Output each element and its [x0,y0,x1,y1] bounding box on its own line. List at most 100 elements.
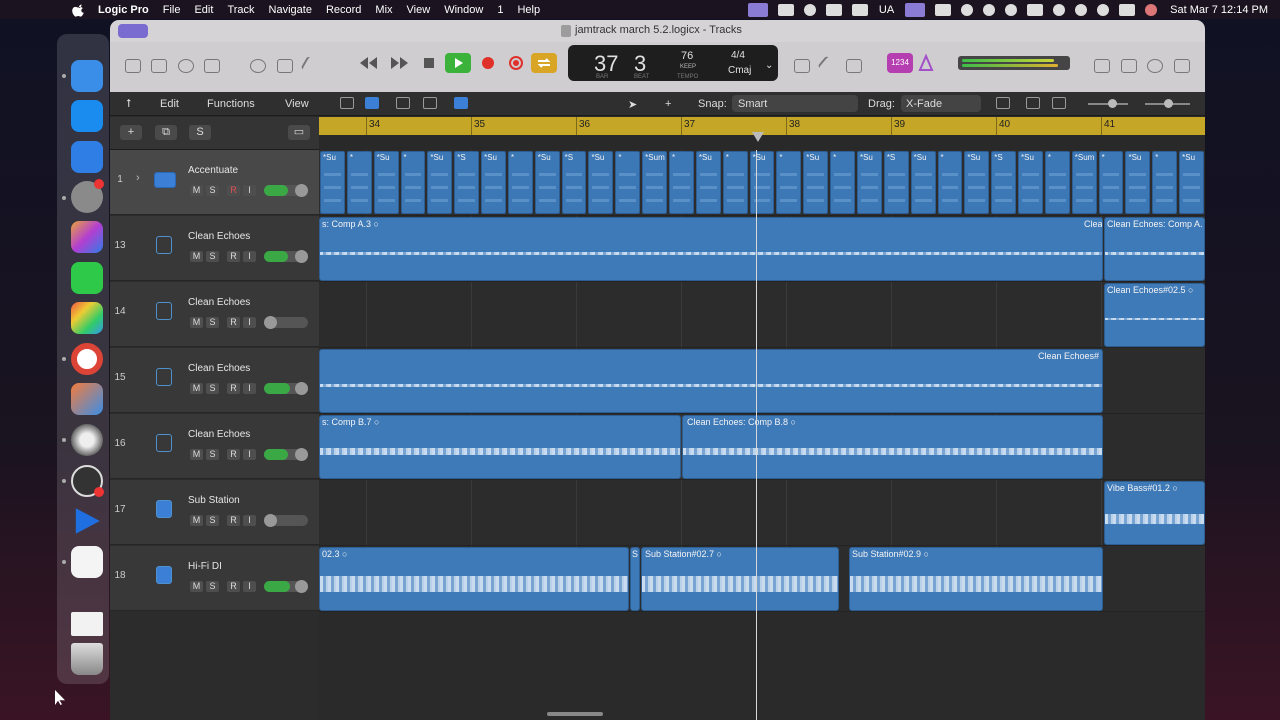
midi-region[interactable]: *Su [1018,151,1043,214]
record-enable-button[interactable]: R [227,383,240,394]
volume-fader[interactable] [264,580,308,593]
midi-region[interactable]: * [1044,151,1070,214]
midi-region[interactable]: *S [991,151,1017,214]
view-menu[interactable]: View [285,98,309,110]
fader-knob[interactable] [264,316,277,329]
solo-button[interactable]: S [206,515,219,526]
document-thumbnail-icon[interactable] [71,612,103,636]
midi-region[interactable]: *S [454,151,480,214]
final-cut-icon[interactable] [71,221,103,253]
audio-region[interactable]: S [630,547,640,611]
logic-pro-icon[interactable] [71,424,103,456]
input-monitor-button[interactable]: I [243,185,256,196]
app-store-icon[interactable] [71,100,103,132]
wifi-icon[interactable] [1075,3,1088,16]
screen-share-icon[interactable] [747,2,768,17]
library-icon[interactable] [125,59,141,73]
toolbar-toggle-icon[interactable] [204,59,220,73]
keyboard-icon[interactable] [935,3,952,16]
track-header-15[interactable]: 15 Clean Echoes M S R I [110,348,319,413]
window-icon[interactable] [905,2,926,17]
waveform-zoom-icon[interactable] [996,97,1010,109]
midi-region[interactable]: *Su [964,151,990,214]
mute-button[interactable]: M [190,251,203,262]
midi-region[interactable]: *Su [320,151,345,214]
solo-button[interactable]: S [206,251,219,262]
launchpad-icon[interactable] [71,302,103,334]
record-enable-button[interactable]: R [227,581,240,592]
browser-icon[interactable] [1174,59,1190,73]
mute-button[interactable]: M [190,317,203,328]
shortcut-app-icon[interactable] [71,546,103,578]
track-name[interactable]: Clean Echoes [188,297,250,308]
search-icon[interactable] [1097,3,1110,16]
play-button[interactable] [445,53,471,73]
midi-region[interactable]: * [1098,151,1124,214]
vertical-zoom-icon[interactable] [1026,97,1040,109]
volume-fader[interactable] [264,448,308,461]
audio-region[interactable]: Sub Station#02.7 ○ [641,547,839,611]
bluetooth-icon[interactable] [961,3,974,16]
fader-knob[interactable] [295,382,308,395]
mixer-icon[interactable] [277,59,293,73]
library-toggle-button[interactable] [118,24,148,38]
menu-view[interactable]: View [407,4,431,16]
chrome-icon[interactable] [71,343,103,375]
audio-region[interactable]: Clean Echoes: Comp A. [1104,217,1205,281]
smart-controls-icon[interactable] [250,59,266,73]
arrange-area[interactable]: *Su * *Su * *Su *S *Su * *Su *S *Su * *Sum * *Su * *Su * *… [319,150,1205,720]
midi-region[interactable]: *Sum [1071,151,1097,214]
secondary-tool-icon[interactable]: + [665,98,671,110]
apple-icon[interactable] [72,3,86,17]
list-editors-icon[interactable] [1094,59,1110,73]
track-header-18[interactable]: 18 Hi-Fi DI M S R I [110,546,319,611]
fader-knob[interactable] [295,250,308,263]
audio-region[interactable]: Sub Station#02.9 ○ [849,547,1103,611]
forward-button[interactable] [388,52,410,74]
lcd-display[interactable]: 37 3 BAR BEAT 76 KEEP TEMPO 4/4 Cmaj ⌄ [568,45,778,81]
mute-button[interactable]: M [190,185,203,196]
rewind-button[interactable] [358,52,380,74]
input-monitor-button[interactable]: I [243,515,256,526]
fader-knob[interactable] [295,580,308,593]
audio-region[interactable]: Clean Echoes#02.5 ○ [1104,283,1205,347]
catch-icon[interactable]: ⭡ [126,98,131,111]
iphone-mirroring-icon[interactable] [71,383,103,415]
facetime-icon[interactable] [71,262,103,294]
automation-icon[interactable] [396,97,410,109]
duplicate-track-button[interactable]: ⧉ [155,125,177,140]
midi-region[interactable]: * [346,151,372,214]
record-enable-button[interactable]: R [227,251,240,262]
inspector-icon[interactable] [151,59,167,73]
midi-region[interactable]: * [1152,151,1178,214]
add-track-button[interactable]: + [120,125,142,140]
midi-region[interactable]: *Sum [642,151,668,214]
horizontal-scrollbar[interactable] [547,712,603,716]
input-monitor-button[interactable]: I [243,251,256,262]
finder-icon[interactable] [71,60,103,92]
track-list-empty-area[interactable] [110,612,319,720]
track-header-1[interactable]: 1 › Accentuate M S R I [110,150,319,215]
track-header-13[interactable]: 13 Clean Echoes M S R I [110,216,319,281]
capture-recording-button[interactable] [505,52,527,74]
midi-region[interactable]: *Su [856,151,882,214]
menu-edit[interactable]: Edit [194,4,213,16]
volume-fader[interactable] [264,250,308,263]
audio-region[interactable]: Vibe Bass#01.2 ○ [1104,481,1205,545]
marker-lane[interactable] [319,135,1205,150]
pointer-tool-icon[interactable]: ➤ [628,98,637,111]
display-icon[interactable] [825,3,842,16]
record-enable-button[interactable]: R [227,317,240,328]
disclosure-chevron-icon[interactable]: › [136,172,140,184]
record-enable-button[interactable]: R [227,515,240,526]
menu-app-name[interactable]: Logic Pro [98,4,149,16]
mute-button[interactable]: M [190,449,203,460]
volume-fader[interactable] [264,514,308,527]
volume-fader[interactable] [264,382,308,395]
midi-region[interactable]: *Su [481,151,506,214]
fader-knob[interactable] [264,514,277,527]
solo-button[interactable]: S [206,185,219,196]
tuner-icon[interactable] [817,55,839,77]
midi-region[interactable]: * [937,151,963,214]
menu-window[interactable]: Window [444,4,483,16]
